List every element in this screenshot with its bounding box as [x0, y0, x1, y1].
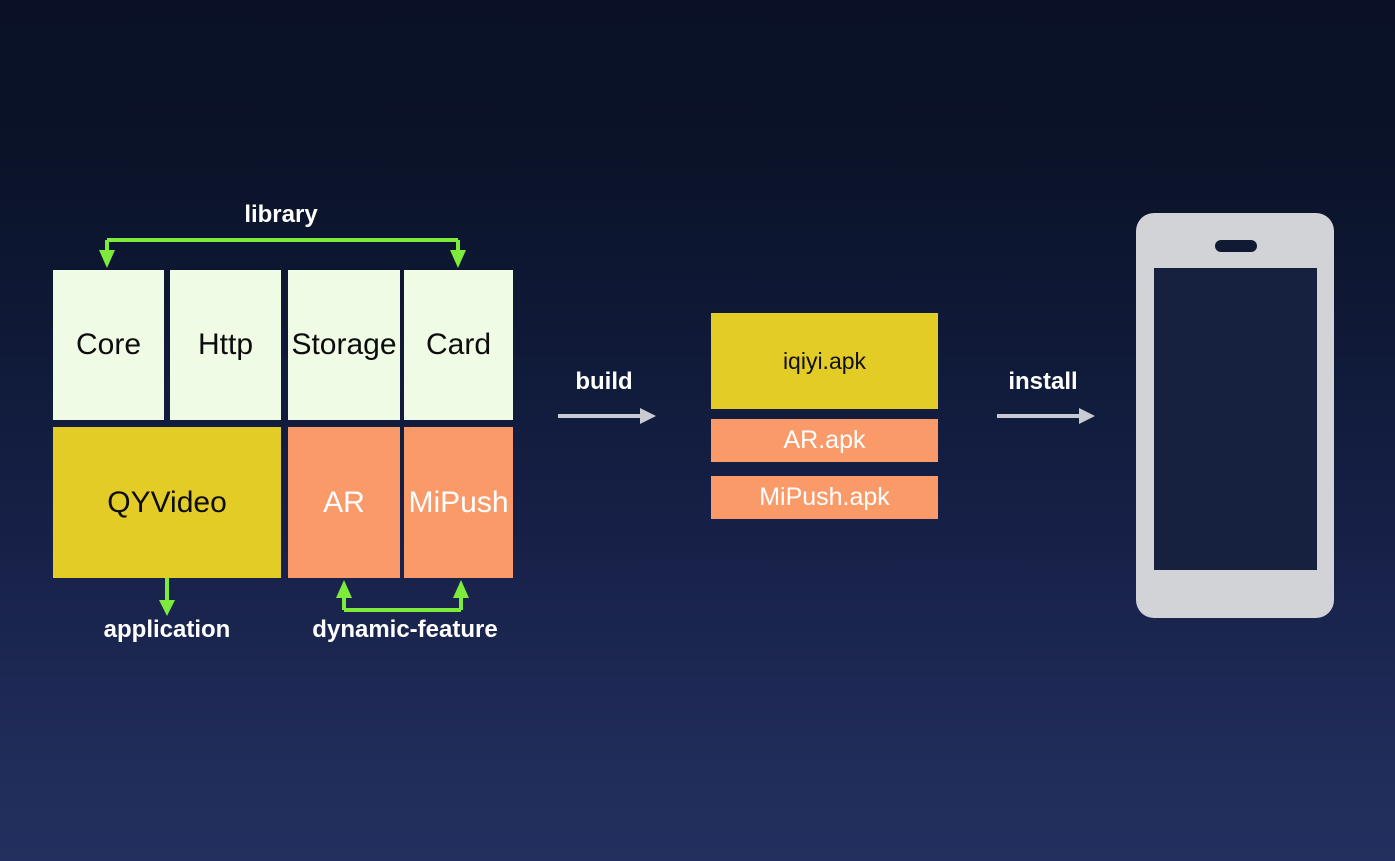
module-label: QYVideo: [107, 485, 227, 519]
module-label: Card: [425, 328, 492, 361]
phone-speaker-icon: [1215, 240, 1257, 252]
module-box-ar[interactable]: AR: [288, 427, 400, 578]
artifact-label: AR.apk: [783, 426, 866, 454]
module-label: AR: [323, 485, 365, 519]
application-caption: application: [103, 616, 231, 643]
module-label: Storage: [291, 328, 397, 361]
install-arrow-icon: [997, 408, 1095, 424]
artifact-box-mipush-apk[interactable]: MiPush.apk: [711, 476, 938, 519]
artifact-label: iqiyi.apk: [782, 347, 867, 374]
module-box-mipush[interactable]: MiPush: [404, 427, 513, 578]
dynamic-feature-caption: dynamic-feature: [312, 616, 498, 643]
module-label: Core: [75, 328, 142, 361]
module-box-storage[interactable]: Storage: [288, 270, 400, 420]
module-label: Http: [197, 328, 254, 361]
phone-device-icon: [1136, 213, 1334, 618]
module-box-card[interactable]: Card: [404, 270, 513, 420]
build-arrow-icon: [558, 408, 656, 424]
artifact-label: MiPush.apk: [759, 483, 890, 511]
dynamic-feature-bracket-connector: [336, 580, 469, 612]
module-box-core[interactable]: Core: [53, 270, 164, 420]
application-arrow-connector: [159, 578, 175, 616]
module-box-http[interactable]: Http: [170, 270, 281, 420]
diagram-canvas: library Core Http Storage Card QYVideo A…: [0, 0, 1395, 861]
library-caption: library: [244, 201, 318, 228]
phone-screen[interactable]: [1154, 268, 1317, 570]
module-label: MiPush: [408, 485, 509, 519]
module-box-qyvideo[interactable]: QYVideo: [53, 427, 281, 578]
build-caption: build: [575, 368, 633, 395]
install-caption: install: [1008, 368, 1078, 395]
artifact-box-iqiyi-apk[interactable]: iqiyi.apk: [711, 313, 938, 409]
artifact-box-ar-apk[interactable]: AR.apk: [711, 419, 938, 462]
